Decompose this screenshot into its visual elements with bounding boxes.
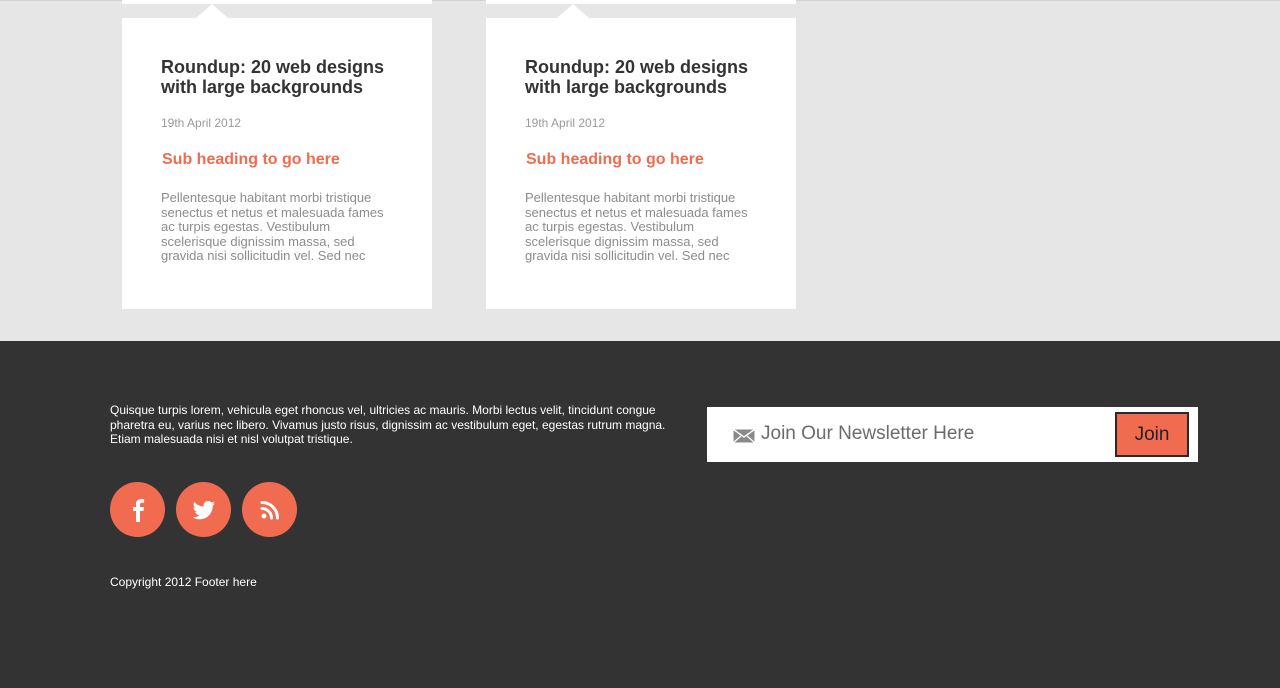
twitter-icon (192, 500, 216, 520)
twitter-button[interactable] (176, 482, 231, 537)
footer-description: Quisque turpis lorem, vehicula eget rhon… (110, 403, 666, 446)
card-top-strip (122, 0, 432, 4)
facebook-button[interactable] (110, 482, 165, 537)
envelope-icon (733, 428, 755, 448)
rss-icon (260, 500, 280, 520)
post-date: 19th April 2012 (161, 116, 242, 130)
post-subheading: Sub heading to go here (162, 151, 340, 168)
post-subheading: Sub heading to go here (526, 151, 704, 168)
copyright-text: Copyright 2012 Footer here (110, 575, 257, 589)
card-pointer (557, 4, 589, 18)
card-top-strip (486, 0, 796, 4)
rss-button[interactable] (242, 482, 297, 537)
newsletter-form: Join (707, 407, 1198, 462)
post-excerpt: Pellentesque habitant morbi tristique se… (161, 190, 384, 263)
post-title[interactable]: Roundup: 20 web designs with large backg… (161, 57, 401, 97)
site-footer: Quisque turpis lorem, vehicula eget rhon… (0, 341, 1280, 688)
post-date: 19th April 2012 (525, 116, 606, 130)
post-excerpt: Pellentesque habitant morbi tristique se… (525, 190, 748, 263)
join-button[interactable]: Join (1115, 412, 1189, 457)
post-card: Roundup: 20 web designs with large backg… (122, 18, 432, 309)
facebook-icon (131, 498, 145, 522)
post-title[interactable]: Roundup: 20 web designs with large backg… (525, 57, 765, 97)
content-area: Roundup: 20 web designs with large backg… (0, 0, 1280, 341)
newsletter-email-input[interactable] (761, 419, 1101, 449)
post-card: Roundup: 20 web designs with large backg… (486, 18, 796, 309)
card-pointer (196, 4, 228, 18)
